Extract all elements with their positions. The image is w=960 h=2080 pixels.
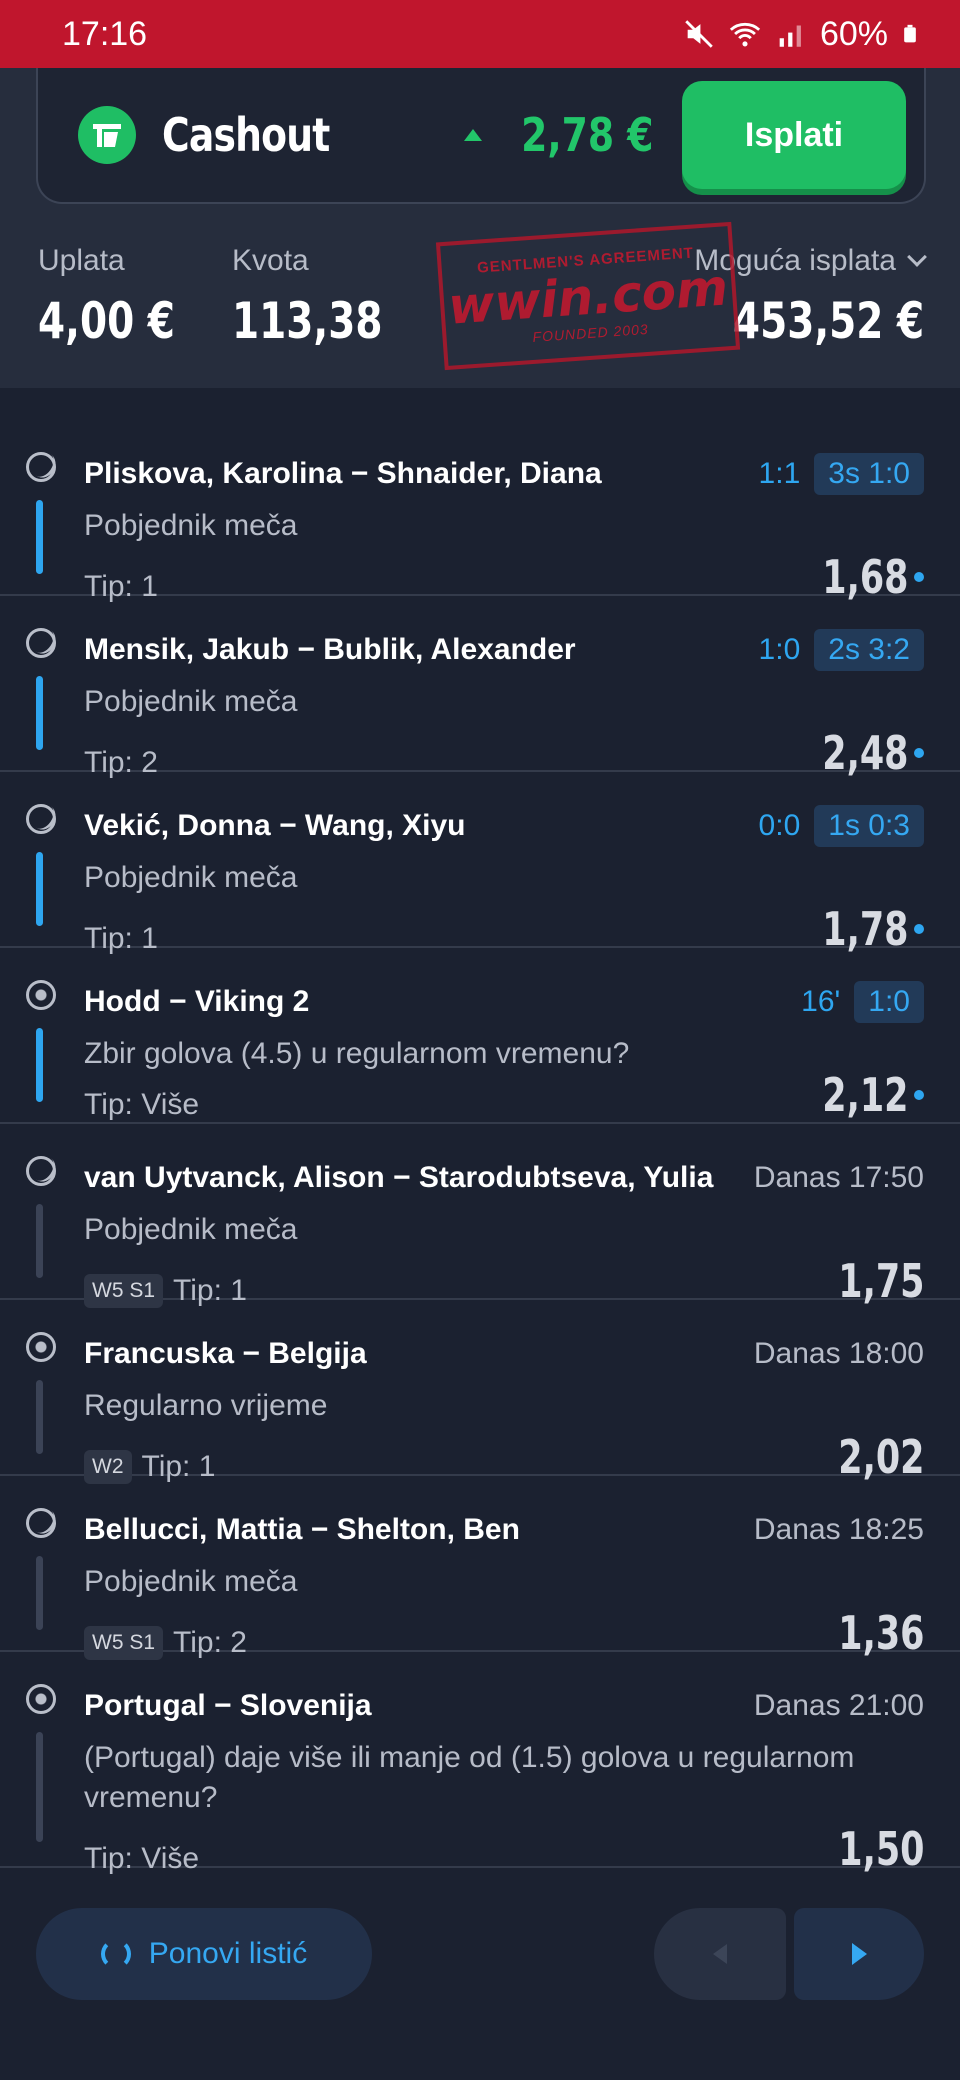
bet-item[interactable]: Francuska − Belgija Danas 18:00 Regularn… bbox=[0, 1300, 960, 1484]
wifi-icon bbox=[729, 22, 761, 47]
status-indicator bbox=[36, 1204, 43, 1278]
stake-label: Uplata bbox=[38, 244, 125, 277]
watermark-stamp: GENTLMEN'S AGREEMENT wwin.com FOUNDED 20… bbox=[435, 221, 741, 371]
match-teams: Bellucci, Mattia − Shelton, Ben bbox=[84, 1513, 520, 1546]
live-dot bbox=[914, 924, 924, 934]
cashout-button[interactable]: Isplati bbox=[682, 81, 906, 189]
bet-item[interactable]: Mensik, Jakub − Bublik, Alexander 1:0 2s… bbox=[0, 596, 960, 780]
cashout-icon bbox=[78, 106, 136, 164]
tennis-icon bbox=[26, 628, 56, 658]
live-dot bbox=[914, 572, 924, 582]
status-icons: 60% bbox=[682, 15, 920, 54]
match-teams: Vekić, Donna − Wang, Xiyu bbox=[84, 809, 466, 842]
live-indicator bbox=[36, 676, 43, 750]
score: 0:0 bbox=[758, 809, 801, 842]
tip: Tip: Više bbox=[84, 1088, 200, 1121]
match-teams: van Uytvanck, Alison − Starodubtseva, Yu… bbox=[84, 1161, 714, 1194]
cashout-amount: 2,78 € bbox=[521, 108, 654, 162]
status-indicator bbox=[36, 1556, 43, 1630]
status-time: 17:16 bbox=[62, 14, 148, 53]
live-dot bbox=[914, 748, 924, 758]
tennis-icon bbox=[26, 1508, 56, 1538]
market-name: Pobjednik meča bbox=[84, 1565, 298, 1598]
football-icon bbox=[26, 1332, 56, 1362]
bet-item[interactable]: van Uytvanck, Alison − Starodubtseva, Yu… bbox=[0, 1124, 960, 1308]
repeat-ticket-label: Ponovi listić bbox=[148, 1937, 308, 1970]
cashout-title: Cashout bbox=[162, 108, 330, 162]
bet-item[interactable]: Portugal − Slovenija Danas 21:00 (Portug… bbox=[0, 1652, 960, 1876]
live-score: 0:0 1s 0:3 bbox=[759, 805, 924, 847]
arrow-up-icon bbox=[464, 129, 483, 141]
previous-ticket-button[interactable] bbox=[654, 1908, 786, 2000]
score: 1:1 bbox=[758, 457, 801, 490]
match-time: Danas 17:50 bbox=[753, 1161, 924, 1194]
bet-item[interactable]: Hodd − Viking 2 16' 1:0 Zbir golova (4.5… bbox=[0, 948, 960, 1124]
battery-icon bbox=[904, 24, 916, 43]
tennis-icon bbox=[26, 452, 56, 482]
next-ticket-button[interactable] bbox=[794, 1908, 924, 2000]
tip: Tip: Više bbox=[84, 1842, 200, 1875]
odds-label: Kvota bbox=[232, 244, 309, 277]
market-name: Pobjednik meča bbox=[84, 861, 298, 894]
match-teams: Francuska − Belgija bbox=[84, 1337, 367, 1370]
live-indicator bbox=[36, 500, 43, 574]
set-score: 2s 3:2 bbox=[814, 629, 924, 671]
cashout-value: 2,78 € bbox=[464, 108, 654, 162]
bet-list: Pliskova, Karolina − Shnaider, Diana 1:1… bbox=[0, 420, 960, 1876]
match-teams: Portugal − Slovenija bbox=[84, 1689, 372, 1722]
market-name: Regularno vrijeme bbox=[84, 1389, 328, 1422]
live-indicator bbox=[36, 852, 43, 926]
stake-block: Uplata 4,00 € bbox=[38, 244, 214, 350]
footer-bar: Ponovi listić bbox=[0, 1880, 960, 2080]
match-time: Danas 21:00 bbox=[753, 1689, 924, 1722]
bet-item[interactable]: Pliskova, Karolina − Shnaider, Diana 1:1… bbox=[0, 420, 960, 604]
market-name: Pobjednik meča bbox=[84, 509, 298, 542]
live-score: 1:1 3s 1:0 bbox=[759, 453, 924, 495]
match-teams: Pliskova, Karolina − Shnaider, Diana bbox=[84, 457, 602, 490]
match-minute: 16' bbox=[801, 985, 841, 1018]
arrow-left-icon bbox=[713, 1944, 727, 1964]
mute-icon bbox=[685, 20, 713, 48]
set-score: 3s 1:0 bbox=[814, 453, 924, 495]
battery-percent: 60% bbox=[819, 14, 888, 53]
football-icon bbox=[26, 980, 56, 1010]
match-time: Danas 18:00 bbox=[753, 1337, 924, 1370]
match-score: 1:0 bbox=[854, 981, 924, 1023]
bet-item[interactable]: Vekić, Donna − Wang, Xiyu 0:0 1s 0:3 Pob… bbox=[0, 772, 960, 956]
score: 1:0 bbox=[758, 633, 801, 666]
payout-value: 453,52 € bbox=[732, 292, 924, 350]
stake-value: 4,00 € bbox=[38, 292, 175, 350]
refresh-icon bbox=[100, 1939, 131, 1969]
football-icon bbox=[26, 1684, 56, 1714]
odd-value: 1,50 bbox=[837, 1822, 924, 1876]
odd-value: 2,12 bbox=[821, 1068, 908, 1122]
odds-value: 113,38 bbox=[232, 292, 383, 350]
market-name: Pobjednik meča bbox=[84, 685, 298, 718]
status-bar: 17:16 60% bbox=[0, 0, 960, 68]
tennis-icon bbox=[26, 1156, 56, 1186]
live-score: 1:0 2s 3:2 bbox=[759, 629, 924, 671]
match-teams: Hodd − Viking 2 bbox=[84, 985, 310, 1018]
live-score: 16' 1:0 bbox=[801, 981, 924, 1023]
odds-block: Kvota 113,38 bbox=[232, 244, 425, 350]
match-teams: Mensik, Jakub − Bublik, Alexander bbox=[84, 633, 576, 666]
arrow-right-icon bbox=[851, 1943, 867, 1965]
set-score: 1s 0:3 bbox=[814, 805, 924, 847]
status-indicator bbox=[36, 1732, 43, 1842]
market-name: Pobjednik meča bbox=[84, 1213, 298, 1246]
chevron-down-icon bbox=[907, 247, 927, 267]
signal-icon bbox=[779, 25, 801, 47]
bet-item[interactable]: Bellucci, Mattia − Shelton, Ben Danas 18… bbox=[0, 1476, 960, 1660]
cashout-card: Cashout 2,78 € Isplati bbox=[36, 68, 926, 204]
live-indicator bbox=[36, 1028, 43, 1102]
tennis-icon bbox=[26, 804, 56, 834]
status-indicator bbox=[36, 1380, 43, 1454]
live-dot bbox=[914, 1090, 924, 1100]
match-time: Danas 18:25 bbox=[753, 1513, 924, 1546]
market-name: (Portugal) daje više ili manje od (1.5) … bbox=[84, 1741, 855, 1814]
repeat-ticket-button[interactable]: Ponovi listić bbox=[36, 1908, 372, 2000]
